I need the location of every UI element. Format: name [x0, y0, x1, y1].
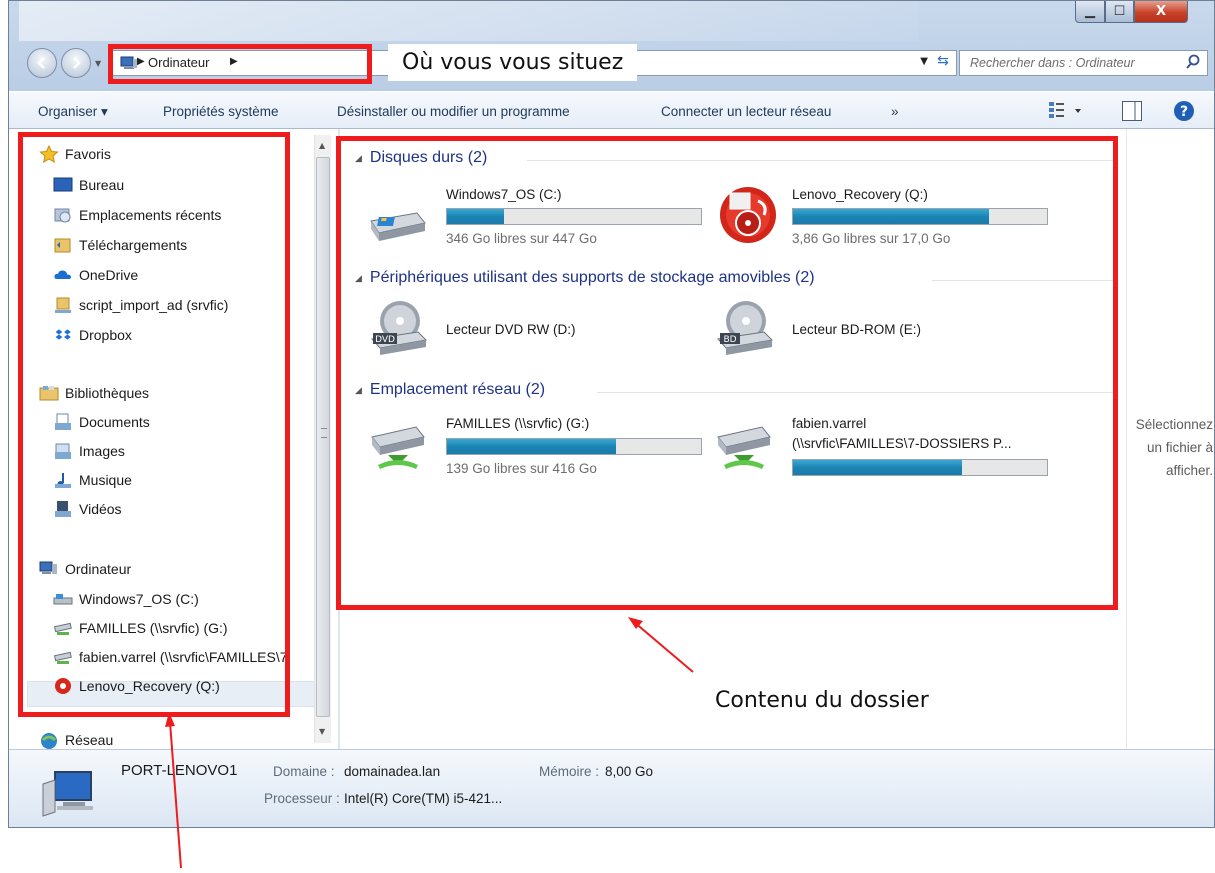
preview-pane: Sélectionnez un fichier à afficher.: [1126, 129, 1214, 749]
change-view-icon[interactable]: [1047, 100, 1087, 120]
forward-button[interactable]: [61, 48, 91, 78]
organize-label: Organiser: [38, 104, 98, 119]
help-icon[interactable]: ?: [1173, 100, 1195, 122]
processor-label: Processeur :: [264, 791, 340, 806]
maximize-button[interactable]: ☐: [1105, 1, 1134, 23]
memory-value: 8,00 Go: [605, 764, 654, 779]
computer-icon: [42, 771, 93, 817]
search-icon[interactable]: [1185, 54, 1201, 70]
details-pane: PORT-LENOVO1 Domaine : domainadea.lan Mé…: [9, 749, 1214, 827]
screenshot-stage: ▁ ☐ X ▼ ▶ Ordinateur ▶ ▼ ⇆ Rechercher da…: [0, 0, 1215, 873]
processor-value: Intel(R) Core(TM) i5-421...: [344, 791, 503, 806]
refresh-icon[interactable]: ⇆: [931, 53, 955, 73]
more-commands-button[interactable]: »: [891, 104, 899, 119]
computer-name: PORT-LENOVO1: [121, 762, 238, 779]
location-highlight-box: [108, 44, 372, 84]
nav-label: Réseau: [65, 732, 114, 748]
scroll-thumb[interactable]: [316, 157, 330, 717]
preview-message: Sélectionnez un fichier à afficher.: [1135, 417, 1213, 478]
content-highlight-box: [336, 136, 1118, 610]
preview-pane-icon[interactable]: [1121, 100, 1143, 122]
uninstall-program-button[interactable]: Désinstaller ou modifier un programme: [337, 104, 570, 119]
search-placeholder: Rechercher dans : Ordinateur: [970, 56, 1135, 70]
recent-pages-dropdown[interactable]: ▼: [95, 59, 103, 68]
blurred-background: [19, 1, 919, 41]
map-network-drive-button[interactable]: Connecter un lecteur réseau: [661, 104, 831, 119]
search-input[interactable]: Rechercher dans : Ordinateur: [959, 50, 1208, 76]
location-callout: Où vous vous situez: [388, 44, 638, 81]
nav-scrollbar[interactable]: ▲ ▼: [314, 135, 331, 743]
minimize-button[interactable]: ▁: [1075, 1, 1105, 23]
network-icon: [41, 733, 57, 749]
address-dropdown-icon[interactable]: ▼: [920, 56, 928, 67]
organize-button[interactable]: Organiser ▾: [38, 104, 108, 120]
svg-text:?: ?: [1180, 104, 1188, 120]
scroll-down-icon[interactable]: ▼: [319, 727, 325, 736]
domain-label: Domaine :: [273, 764, 335, 779]
system-properties-button[interactable]: Propriétés système: [163, 104, 279, 119]
arrow-right-icon: [73, 57, 81, 69]
arrow-left-icon: [37, 57, 45, 69]
domain-value: domainadea.lan: [344, 764, 441, 779]
close-button[interactable]: X: [1134, 1, 1188, 23]
memory-label: Mémoire :: [539, 764, 600, 779]
navigation-highlight-box: [18, 132, 290, 717]
nav-network[interactable]: Réseau: [39, 731, 113, 749]
scroll-up-icon[interactable]: ▲: [319, 141, 325, 150]
back-button[interactable]: [27, 48, 57, 78]
command-bar: Organiser ▾ Propriétés système Désinstal…: [9, 91, 1214, 129]
content-callout: Contenu du dossier: [695, 680, 949, 721]
